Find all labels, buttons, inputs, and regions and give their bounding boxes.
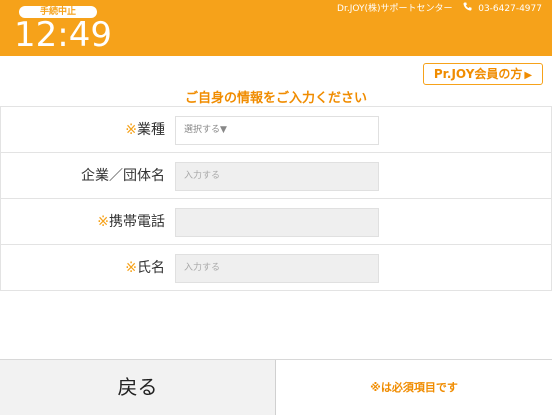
mobile-input[interactable] <box>175 208 379 237</box>
required-mark: ※ <box>97 214 109 230</box>
pr-joy-member-button[interactable]: Pr.JOY会員の方 ▶ <box>423 63 543 85</box>
page-instruction: ご自身の情報をご入力ください <box>184 91 367 106</box>
support-phone-number[interactable]: 03-6427-4977 <box>478 4 542 14</box>
industry-select[interactable]: 選択する▼ <box>175 116 379 145</box>
pr-joy-member-label: Pr.JOY会員の方 <box>433 67 523 81</box>
registration-form: ※業種 選択する▼ 企業／団体名 入力する ※携帯電話 ※氏名 入力する <box>0 106 552 291</box>
mobile-label: ※携帯電話 <box>97 214 165 230</box>
back-button[interactable]: 戻る <box>0 360 276 415</box>
footer-bar: 戻る ※は必須項目です <box>0 359 552 415</box>
form-row-name: ※氏名 入力する <box>0 245 552 291</box>
company-label: 企業／団体名 <box>81 168 165 184</box>
required-mark: ※ <box>125 260 137 276</box>
form-row-company: 企業／団体名 入力する <box>0 153 552 199</box>
support-info: Dr.JOY(株)サポートセンター 03-6427-4977 <box>337 2 542 16</box>
industry-label: ※業種 <box>125 122 165 138</box>
phone-icon <box>463 2 473 16</box>
required-fields-note: ※は必須項目です <box>370 381 458 394</box>
support-center-name: Dr.JOY(株)サポートセンター <box>337 4 453 14</box>
name-label: ※氏名 <box>125 260 165 276</box>
form-row-mobile: ※携帯電話 <box>0 199 552 245</box>
play-arrow-icon: ▶ <box>524 70 533 81</box>
form-row-industry: ※業種 選択する▼ <box>0 107 552 153</box>
clock-display: 12:49 <box>14 15 112 55</box>
app-header: 手続中止 12:49 Dr.JOY(株)サポートセンター 03-6427-497… <box>0 0 552 56</box>
name-input[interactable]: 入力する <box>175 254 379 283</box>
company-input[interactable]: 入力する <box>175 162 379 191</box>
required-mark: ※ <box>125 122 137 138</box>
